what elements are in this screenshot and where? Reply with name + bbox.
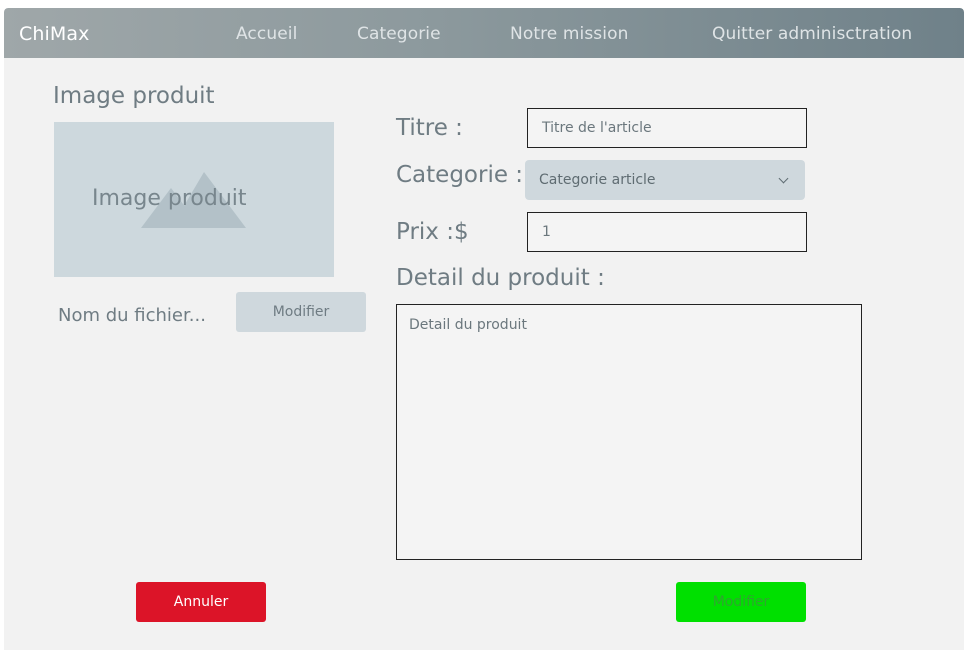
detail-textarea-placeholder: Detail du produit bbox=[409, 317, 527, 333]
app-window: ChiMax Accueil Categorie Notre mission Q… bbox=[4, 8, 964, 650]
modify-image-button-label: Modifier bbox=[272, 304, 330, 320]
product-image-preview: Image produit bbox=[54, 122, 334, 277]
detail-label: Detail du produit : bbox=[396, 265, 605, 291]
chevron-down-icon bbox=[778, 173, 789, 184]
price-label: Prix :$ bbox=[396, 219, 469, 245]
price-input[interactable]: 1 bbox=[527, 212, 807, 252]
nav-link-quit-admin[interactable]: Quitter adminisctration bbox=[712, 24, 912, 44]
submit-modify-button-label: Modifier bbox=[712, 594, 770, 610]
modify-image-button[interactable]: Modifier bbox=[236, 292, 366, 332]
cancel-button-label: Annuler bbox=[173, 594, 229, 610]
nav-link-mission[interactable]: Notre mission bbox=[510, 24, 628, 44]
image-section-heading: Image produit bbox=[53, 83, 215, 109]
detail-textarea[interactable]: Detail du produit bbox=[396, 304, 862, 560]
submit-modify-button[interactable]: Modifier bbox=[676, 582, 806, 622]
price-input-value: 1 bbox=[542, 224, 551, 240]
category-label: Categorie : bbox=[396, 162, 524, 188]
category-select[interactable]: Categorie article bbox=[525, 160, 805, 200]
navbar: ChiMax Accueil Categorie Notre mission Q… bbox=[4, 8, 964, 58]
title-label: Titre : bbox=[396, 115, 463, 141]
title-input[interactable]: Titre de l'article bbox=[527, 108, 807, 148]
image-placeholder-caption: Image produit bbox=[92, 186, 247, 211]
file-name-text: Nom du fichier... bbox=[58, 305, 206, 326]
category-select-value: Categorie article bbox=[539, 172, 656, 188]
title-input-placeholder: Titre de l'article bbox=[542, 120, 652, 136]
nav-link-accueil[interactable]: Accueil bbox=[236, 24, 297, 44]
cancel-button[interactable]: Annuler bbox=[136, 582, 266, 622]
nav-link-categorie[interactable]: Categorie bbox=[357, 24, 441, 44]
brand-link[interactable]: ChiMax bbox=[19, 23, 89, 45]
